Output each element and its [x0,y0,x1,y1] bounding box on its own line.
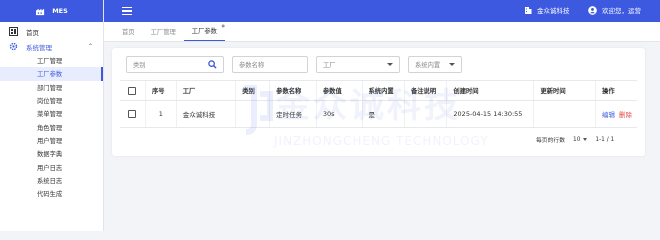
tab-home[interactable]: 首页 [114,27,143,41]
sidebar-item-label: 数据字典 [37,151,63,159]
page-range: 1-1 / 1 [595,136,615,143]
delete-button[interactable]: 删除 [619,111,632,119]
column-header: 操作 [595,80,637,101]
sidebar-item-home[interactable]: 首页 [0,24,103,39]
cell-updated [533,100,596,128]
cell-param-value: 30s [315,100,362,128]
dropdown-arrow-icon [387,63,393,66]
factory-placeholder: 工厂 [323,62,336,69]
table-header-row: 序号 工厂 类别 参数名称 参数值 系统内置 备注说明 创建时间 更新时间 操作 [120,80,637,101]
pagination: 每页的行数 10 1-1 / 1 [536,135,615,145]
cell-category [235,100,270,128]
dashboard-icon [9,27,18,36]
column-header[interactable]: 备注说明 [403,80,447,101]
close-icon[interactable]: ● [221,23,225,28]
sidebar-item-codegen[interactable]: 代码生成 [0,187,103,200]
column-header[interactable]: 参数名称 [269,80,317,101]
sidebar-item-roles[interactable]: 角色管理 [0,120,103,133]
user-avatar-icon [588,5,597,15]
sidebar-item-factory-params[interactable]: 工厂参数 [0,67,103,81]
column-header[interactable]: 更新时间 [533,80,596,101]
sidebar-item-label: 系统日志 [37,177,63,185]
row-checkbox-cell[interactable] [120,100,146,128]
cell-index: 1 [144,100,177,128]
sidebar-item-departments[interactable]: 部门管理 [0,81,103,94]
sidebar-item-label: 菜单管理 [37,111,63,119]
top-header: 金众诚科技 欢迎您，运营 [104,0,660,22]
column-header[interactable]: 创建时间 [446,80,534,101]
sidebar-submenu: 工厂管理 工厂参数 部门管理 岗位管理 菜单管理 角色管理 用户管理 数据字典 … [0,54,103,200]
column-header[interactable]: 系统内置 [361,80,405,101]
column-header[interactable]: 工厂 [175,80,236,101]
tab-factory-params[interactable]: 工厂参数 ● [183,23,225,41]
gear-icon [9,42,18,51]
builtin-placeholder: 系统内置 [415,62,441,69]
sidebar-item-label: 角色管理 [37,124,63,132]
builtin-select[interactable]: 系统内置 [408,56,462,73]
sidebar-group-system[interactable]: 系统管理 ⌃ [0,39,103,54]
user-greeting: 欢迎您，运营 [602,7,641,15]
page-size-value: 10 [573,136,581,143]
sidebar-item-label: 用户日志 [37,164,63,172]
param-name-placeholder: 参数名称 [239,62,265,69]
cell-created: 2025-04-15 14:30:55 [446,100,534,128]
tab-label: 首页 [122,29,135,36]
filter-bar: 类别 参数名称 工厂 系统内置 [126,56,462,73]
sidebar-item-label: 工厂参数 [37,71,63,79]
content-card: 类别 参数名称 工厂 系统内置 序号 工厂 类别 参数名称 参数值 系统内置 备… [112,48,645,156]
sidebar-item-menus[interactable]: 菜单管理 [0,107,103,120]
table-row[interactable]: 1 金众诚科技 定时任务 30s 是 2025-04-15 14:30:55 编… [120,100,637,128]
select-all-checkbox-cell[interactable] [120,80,146,101]
sidebar-item-label: 用户管理 [37,137,63,145]
dropdown-arrow-icon [449,63,455,66]
cell-factory: 金众诚科技 [175,100,236,128]
app-name: MES [52,7,68,15]
cell-remark [403,100,447,128]
factory-select[interactable]: 工厂 [316,56,400,73]
edit-button[interactable]: 编辑 [602,111,615,119]
factory-logo-icon [36,8,45,15]
search-icon[interactable] [208,60,217,69]
column-header[interactable]: 参数值 [315,80,362,101]
page-tabs: 首页 工厂管理 工厂参数 ● [104,22,660,42]
rows-per-page-label: 每页的行数 [536,138,565,144]
category-search-input[interactable]: 类别 [126,56,224,73]
dropdown-arrow-icon [583,138,588,141]
sidebar-item-dictionary[interactable]: 数据字典 [0,147,103,160]
company-switcher[interactable]: 金众诚科技 [524,5,570,15]
sidebar-item-label: 部门管理 [37,84,63,92]
select-all-checkbox[interactable] [128,86,137,95]
column-header[interactable]: 类别 [235,80,270,101]
column-header[interactable]: 序号 [144,80,177,101]
sidebar-item-label: 工厂管理 [37,58,63,66]
page-size-select[interactable]: 10 [573,136,588,143]
sidebar-item-users[interactable]: 用户管理 [0,134,103,147]
cell-param-name: 定时任务 [269,100,317,128]
sidebar-item-label: 首页 [26,28,39,37]
tab-label: 工厂管理 [150,29,176,36]
param-name-input[interactable]: 参数名称 [232,56,308,73]
tab-label: 工厂参数 [191,28,217,35]
cell-actions: 编辑 删除 [595,100,637,128]
sidebar: MES 首页 系统管理 ⌃ 工厂管理 工厂参数 部门管理 岗位管理 菜单管理 角… [0,0,104,231]
chevron-up-icon: ⌃ [87,43,93,50]
params-table: 序号 工厂 类别 参数名称 参数值 系统内置 备注说明 创建时间 更新时间 操作… [120,80,637,128]
building-icon [525,7,532,14]
category-placeholder: 类别 [133,62,146,69]
sidebar-item-positions[interactable]: 岗位管理 [0,94,103,107]
company-name: 金众诚科技 [537,7,570,15]
sidebar-item-system-logs[interactable]: 系统日志 [0,174,103,187]
hamburger-menu-icon[interactable] [122,7,132,15]
user-menu[interactable]: 欢迎您，运营 [588,5,641,15]
sidebar-item-label: 代码生成 [37,191,63,199]
tab-factory-management[interactable]: 工厂管理 [143,27,184,41]
cell-builtin: 是 [361,100,405,128]
sidebar-item-label: 岗位管理 [37,98,63,106]
row-checkbox[interactable] [128,110,137,118]
sidebar-item-user-logs[interactable]: 用户日志 [0,160,103,173]
sidebar-item-factory-management[interactable]: 工厂管理 [0,54,103,67]
sidebar-group-label: 系统管理 [26,43,52,52]
brand: MES [0,0,103,22]
